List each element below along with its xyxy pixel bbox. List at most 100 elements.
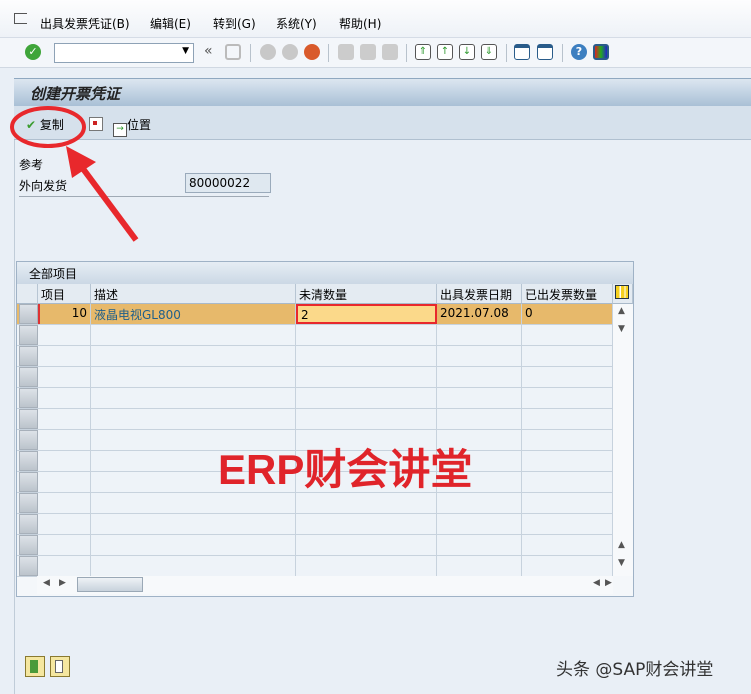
menu-help[interactable]: 帮助(H) [339,15,381,32]
cancel-icon[interactable] [304,44,320,60]
row-selector[interactable] [19,535,38,555]
cell-date [437,556,522,576]
scroll-down-icon[interactable]: ▼ [618,324,625,334]
row-selector[interactable] [19,304,38,324]
cell-invoiced [522,535,613,555]
customize-layout-icon[interactable] [593,44,609,60]
cell-open_qty [296,535,437,555]
table-row[interactable] [17,409,613,430]
command-field[interactable]: ▼ [54,43,194,63]
vertical-scrollbar[interactable]: ▲ ▼ ▲ ▼ [613,304,633,576]
scroll-up-icon[interactable]: ▲ [618,540,625,550]
cell-item [38,346,91,366]
cell-desc[interactable]: 液晶电视GL800 [91,304,296,324]
scroll-right-icon[interactable]: ▶ [605,578,612,588]
table-row[interactable] [17,325,613,346]
scroll-left-icon[interactable]: ◀ [593,578,600,588]
select-all-icon[interactable] [25,656,45,677]
cell-item [38,367,91,387]
cell-invoiced [522,325,613,345]
deselect-all-icon[interactable] [50,656,70,677]
table-row[interactable] [17,367,613,388]
table-row[interactable] [17,514,613,535]
menu-system[interactable]: 系统(Y) [276,15,317,32]
help-icon[interactable]: ? [571,44,587,60]
cell-open_qty [296,556,437,576]
cell-item [38,472,91,492]
first-page-icon[interactable]: ⇑ [415,44,431,60]
cell-open_qty[interactable]: 2 [296,304,437,324]
menu-invoice[interactable]: 出具发票凭证(B) [40,15,130,32]
scroll-up-icon[interactable]: ▲ [618,306,625,316]
cell-desc [91,535,296,555]
cell-invoiced [522,514,613,534]
scroll-right-icon[interactable]: ▶ [59,578,66,588]
exit-icon[interactable] [282,44,298,60]
cell-desc [91,409,296,429]
table-row[interactable] [17,346,613,367]
row-selector[interactable] [19,409,38,429]
outbound-delivery-field[interactable]: 80000022 [185,173,271,193]
cell-item [38,325,91,345]
table-title: 全部项目 [17,262,633,284]
prev-page-icon[interactable]: ↑ [437,44,453,60]
cell-desc [91,514,296,534]
table-settings-icon[interactable] [613,284,633,304]
column-header-invoiced-qty[interactable]: 已出发票数量 [522,284,613,304]
print-icon[interactable] [338,44,354,60]
cell-item [38,514,91,534]
cell-invoiced [522,556,613,576]
last-page-icon[interactable]: ⇓ [481,44,497,60]
back-icon[interactable] [260,44,276,60]
select-all-header[interactable] [17,284,38,304]
scroll-thumb[interactable] [77,577,143,592]
scroll-left-icon[interactable]: ◀ [43,578,50,588]
cell-item [38,409,91,429]
cell-open_qty [296,346,437,366]
row-selector[interactable] [19,556,38,576]
shortcut-icon[interactable] [537,44,553,60]
table-row[interactable] [17,535,613,556]
row-selector[interactable] [19,514,38,534]
column-header-open-qty[interactable]: 未清数量 [296,284,437,304]
next-page-icon[interactable]: ↓ [459,44,475,60]
row-selector[interactable] [19,430,38,450]
row-selector[interactable] [19,325,38,345]
chevron-down-icon[interactable]: ▼ [182,46,189,56]
table-row[interactable] [17,556,613,577]
row-selector[interactable] [19,472,38,492]
menu-edit[interactable]: 编辑(E) [150,15,191,32]
enter-icon[interactable]: ✓ [25,44,41,60]
items-table: 全部项目 项目 描述 未清数量 出具发票日期 已出发票数量 10 液晶电视GL80… [16,261,634,597]
cell-desc [91,388,296,408]
scroll-down-icon[interactable]: ▼ [618,558,625,568]
collapse-icon[interactable]: « [204,43,213,59]
save-icon[interactable] [225,44,241,60]
menu-icon[interactable] [14,13,27,24]
row-selector[interactable] [19,388,38,408]
cell-open_qty [296,367,437,387]
cell-date [437,535,522,555]
cell-desc [91,367,296,387]
table-row[interactable] [17,388,613,409]
row-selector[interactable] [19,451,38,471]
cell-item[interactable]: 10 [38,304,91,324]
column-header-item[interactable]: 项目 [38,284,91,304]
new-session-icon[interactable] [514,44,530,60]
cell-invoiced [522,451,613,471]
column-header-description[interactable]: 描述 [91,284,296,304]
horizontal-scrollbar[interactable]: ◀ ▶ ◀ ▶ [37,576,613,594]
cell-date[interactable]: 2021.07.08 [437,304,522,324]
row-selector[interactable] [19,346,38,366]
find-icon[interactable] [360,44,376,60]
row-selector[interactable] [19,367,38,387]
find-next-icon[interactable] [382,44,398,60]
cell-item [38,535,91,555]
row-selector[interactable] [19,493,38,513]
menu-goto[interactable]: 转到(G) [213,15,256,32]
cell-invoiced[interactable]: 0 [522,304,613,324]
cell-date [437,514,522,534]
table-row[interactable]: 10 液晶电视GL800 2 2021.07.08 0 [17,304,613,325]
cell-invoiced [522,388,613,408]
column-header-invoice-date[interactable]: 出具发票日期 [437,284,522,304]
